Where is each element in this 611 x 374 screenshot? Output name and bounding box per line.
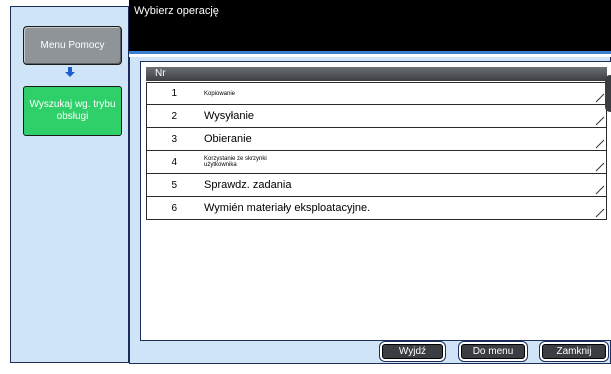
list-item[interactable]: 1 Kopiowanie <box>146 82 607 105</box>
row-label: Wysyłanie <box>204 110 255 122</box>
to-menu-button-label: Do menu <box>472 346 514 357</box>
exit-button[interactable]: Wyjdź <box>382 344 443 359</box>
row-number: 2 <box>171 110 177 122</box>
row-number: 3 <box>171 133 177 145</box>
arrow-down-icon <box>65 67 75 77</box>
corner-arrow-icon <box>595 116 605 126</box>
search-by-mode-button[interactable]: Wyszukaj wg. trybu obsługi <box>23 86 122 136</box>
list-item[interactable]: 6 Wymién materiały eksploatacyjne. <box>146 197 607 220</box>
row-label: Obieranie <box>204 133 252 145</box>
row-label: Sprawdz. zadania <box>204 179 292 191</box>
close-button-label: Zamknij <box>556 346 592 357</box>
search-by-mode-label: Wyszukaj wg. trybu obsługi <box>29 99 116 122</box>
row-number: 6 <box>171 202 177 214</box>
corner-arrow-icon <box>595 185 605 195</box>
operation-list: 1 Kopiowanie 2 Wysyłanie 3 Obieranie 4 K… <box>146 82 607 220</box>
page-title: Wybierz operację <box>134 5 219 17</box>
operation-list-panel: Nr 1 Kopiowanie 2 Wysyłanie 3 Obieranie … <box>140 61 611 341</box>
exit-button-label: Wyjdź <box>398 346 427 357</box>
help-menu-label: Menu Pomocy <box>40 40 105 51</box>
list-item[interactable]: 5 Sprawdz. zadania <box>146 174 607 197</box>
row-number: 1 <box>171 88 177 99</box>
table-header: Nr <box>146 67 607 81</box>
corner-arrow-icon <box>595 93 605 103</box>
corner-arrow-icon <box>595 208 605 218</box>
list-item[interactable]: 4 Korzystanie ze skrzynki użytkownika <box>146 151 607 174</box>
main-panel: Nr 1 Kopiowanie 2 Wysyłanie 3 Obieranie … <box>129 57 611 364</box>
row-label: Wymién materiały eksploatacyjne. <box>204 202 371 214</box>
row-label: Korzystanie ze skrzynki użytkownika <box>204 156 267 168</box>
row-label: Kopiowanie <box>204 90 236 97</box>
to-menu-button[interactable]: Do menu <box>461 344 525 359</box>
list-item[interactable]: 2 Wysyłanie <box>146 105 607 128</box>
help-menu-button[interactable]: Menu Pomocy <box>23 26 122 65</box>
list-item[interactable]: 3 Obieranie <box>146 128 607 151</box>
close-button[interactable]: Zamknij <box>542 344 606 359</box>
collapse-tab-button[interactable]: « <box>605 75 611 112</box>
row-number: 5 <box>171 179 177 191</box>
header: Wybierz operację <box>129 0 611 54</box>
corner-arrow-icon <box>595 139 605 149</box>
corner-arrow-icon <box>595 162 605 172</box>
left-panel: Menu Pomocy Wyszukaj wg. trybu obsługi <box>10 6 129 363</box>
row-number: 4 <box>171 156 177 168</box>
